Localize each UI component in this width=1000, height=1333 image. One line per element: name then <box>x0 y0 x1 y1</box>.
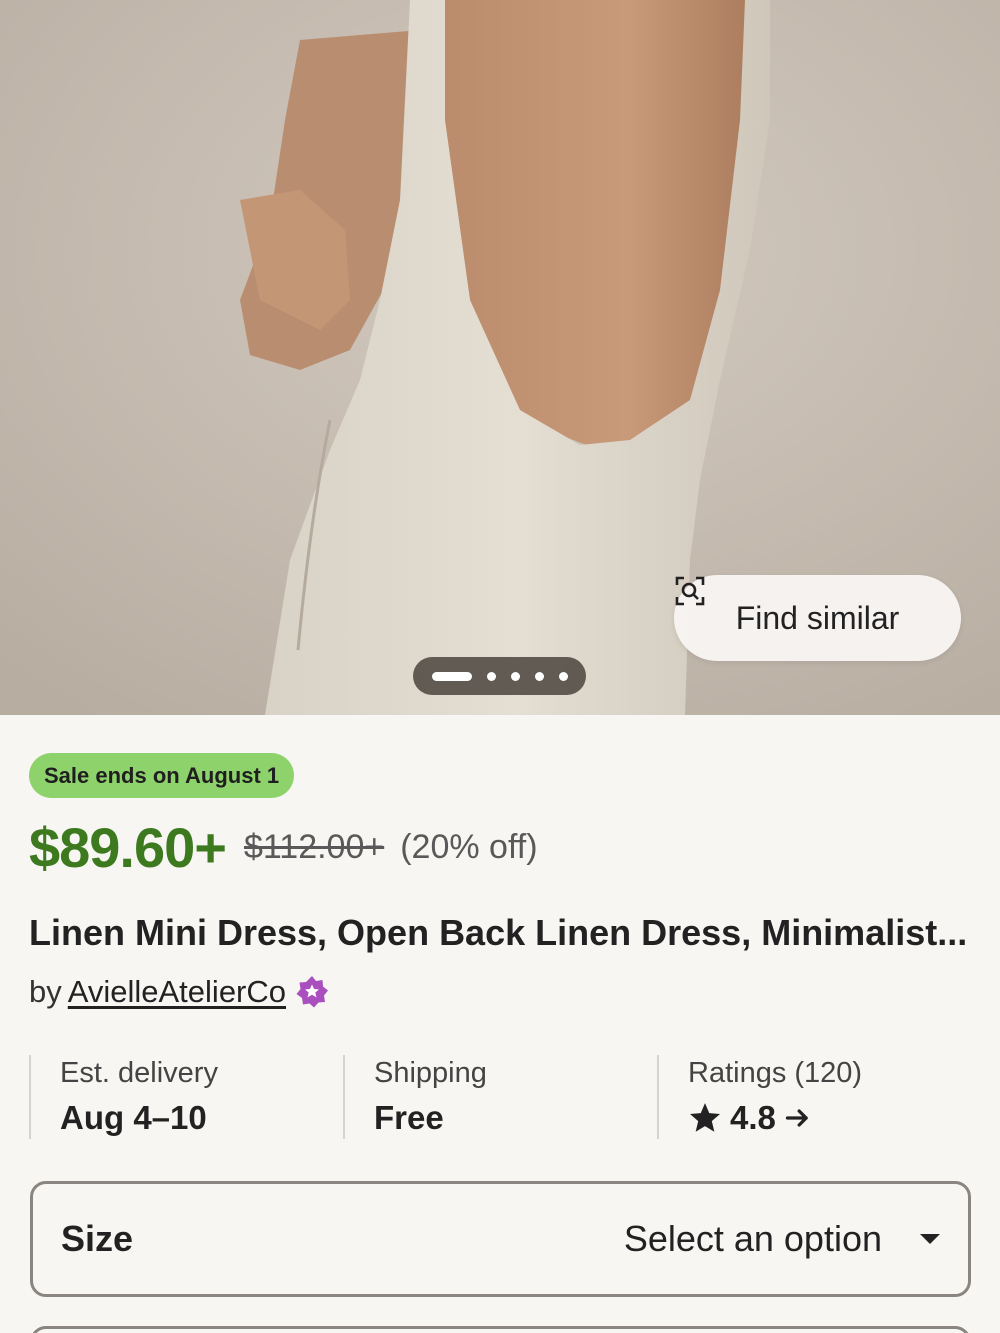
seller-prefix: by <box>29 974 62 1009</box>
seller-row: by AvielleAtelierCo <box>29 970 330 1014</box>
chevron-down-icon <box>920 1234 940 1244</box>
seller-link[interactable]: AvielleAtelierCo <box>68 974 286 1010</box>
shipping-value: Free <box>374 1099 444 1136</box>
ratings-value: 4.8 <box>730 1099 776 1136</box>
carousel-dot[interactable] <box>486 671 496 681</box>
delivery-value: Aug 4–10 <box>60 1099 207 1136</box>
price-row: $89.60+ $112.00+ (20% off) <box>29 812 538 882</box>
carousel-dot[interactable] <box>558 671 568 681</box>
arrow-right-icon <box>785 1109 808 1127</box>
carousel-dot[interactable] <box>534 671 544 681</box>
delivery-info: Est. delivery Aug 4–10 <box>29 1055 343 1139</box>
product-title[interactable]: Linen Mini Dress, Open Back Linen Dress,… <box>29 912 979 954</box>
carousel-dot[interactable] <box>510 671 520 681</box>
sale-price: $89.60+ <box>29 815 227 879</box>
ratings-value-row[interactable]: 4.8 <box>688 1099 971 1137</box>
size-selected-value: Select an option <box>623 1218 882 1259</box>
info-row: Est. delivery Aug 4–10 Shipping Free Rat… <box>29 1055 971 1139</box>
visual-search-icon <box>675 576 705 606</box>
shipping-info: Shipping Free <box>343 1055 657 1139</box>
ratings-info[interactable]: Ratings (120) 4.8 <box>657 1055 971 1139</box>
size-select[interactable]: Size Select an option <box>30 1181 971 1297</box>
size-label: Size <box>61 1218 134 1259</box>
delivery-label: Est. delivery <box>60 1057 218 1089</box>
shipping-label: Shipping <box>374 1057 487 1089</box>
original-price: $112.00+ <box>243 827 385 866</box>
carousel-dot-active[interactable] <box>431 671 472 681</box>
ratings-label: Ratings (120) <box>688 1057 863 1089</box>
sale-badge: Sale ends on August 1 <box>29 753 295 798</box>
product-image[interactable]: Find similar <box>0 0 1000 715</box>
discount-percent: (20% off) <box>400 827 538 866</box>
carousel-indicator[interactable] <box>413 657 586 695</box>
find-similar-label: Find similar <box>735 599 900 636</box>
star-seller-icon <box>296 976 329 1008</box>
star-icon <box>689 1103 721 1132</box>
find-similar-button[interactable]: Find similar <box>674 575 961 661</box>
next-option-select[interactable] <box>30 1326 971 1333</box>
